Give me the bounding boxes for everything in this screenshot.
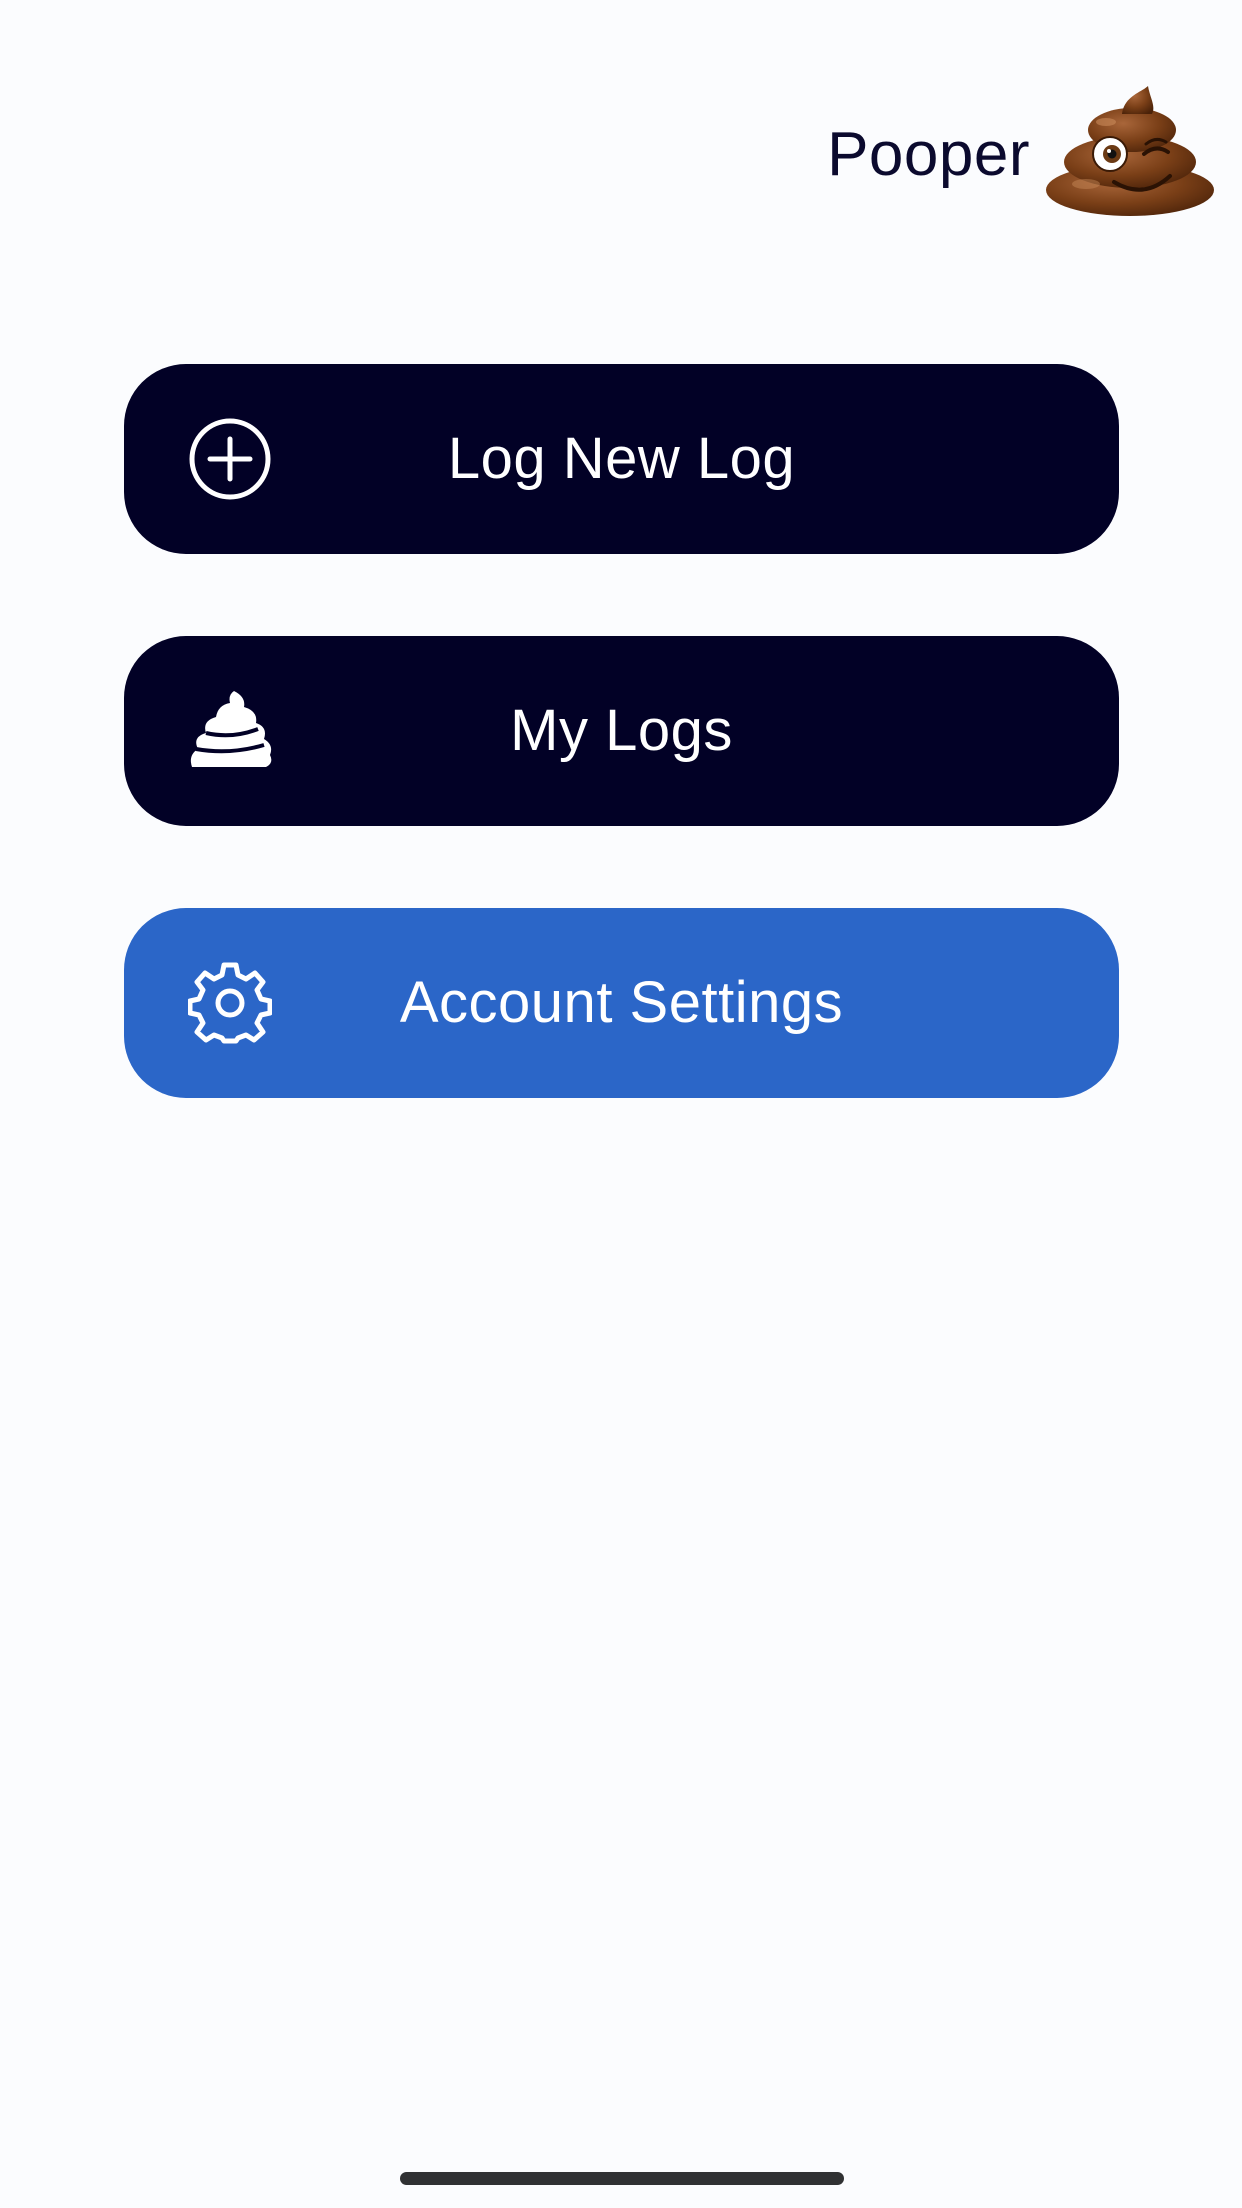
poop-icon bbox=[190, 691, 272, 767]
app-title: Pooper bbox=[827, 120, 1030, 189]
account-settings-label: Account Settings bbox=[399, 970, 844, 1035]
home-indicator[interactable] bbox=[400, 2172, 844, 2185]
app-header: Pooper bbox=[827, 84, 1216, 218]
account-settings-button[interactable]: Account Settings bbox=[124, 908, 1119, 1098]
log-new-log-button[interactable]: Log New Log bbox=[124, 364, 1119, 554]
winking-poop-icon bbox=[1046, 86, 1214, 216]
my-logs-label: My Logs bbox=[510, 698, 733, 763]
gear-icon bbox=[188, 962, 272, 1044]
main-menu: Log New Log My Logs Account Settings bbox=[124, 364, 1119, 1180]
log-new-log-label: Log New Log bbox=[447, 426, 796, 491]
my-logs-button[interactable]: My Logs bbox=[124, 636, 1119, 826]
plus-circle-icon bbox=[189, 418, 271, 500]
